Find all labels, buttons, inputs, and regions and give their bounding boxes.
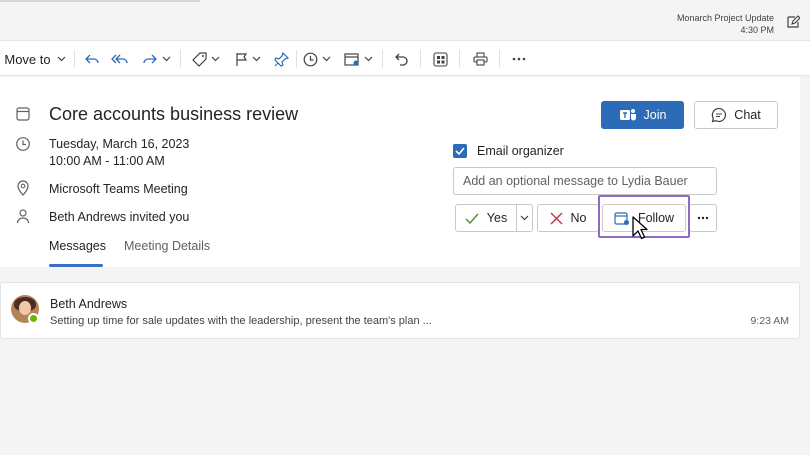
snooze-button[interactable] [300, 41, 334, 77]
toolbar-divider [296, 50, 297, 68]
active-tab-indicator [49, 264, 103, 267]
reply-icon [85, 54, 99, 64]
toolbar-divider [420, 50, 421, 68]
compose-note-icon[interactable] [786, 15, 800, 29]
notification[interactable]: Monarch Project Update 4:30 PM [677, 12, 774, 36]
more-actions-button[interactable] [509, 41, 529, 77]
message-list-item[interactable]: Beth Andrews Setting up time for sale up… [0, 282, 800, 339]
chat-bubble-icon [711, 107, 727, 123]
forward-icon [142, 54, 157, 64]
person-icon [16, 209, 30, 224]
event-card: Core accounts business review Tuesday, M… [0, 77, 800, 267]
tag-button[interactable] [189, 41, 223, 77]
chevron-down-icon [364, 56, 372, 62]
toolbar-divider [74, 50, 75, 68]
calendar-follow-icon [614, 211, 629, 225]
chevron-down-icon [211, 56, 220, 62]
flag-icon [236, 52, 248, 66]
apps-grid-icon [432, 51, 448, 67]
notification-time: 4:30 PM [740, 25, 774, 35]
accept-options-dropdown[interactable] [516, 204, 533, 232]
toolbar-divider [499, 50, 500, 68]
event-location: Microsoft Teams Meeting [49, 182, 188, 196]
reply-all-icon [111, 54, 128, 64]
apps-button[interactable] [430, 41, 450, 77]
event-date: Tuesday, March 16, 2023 [49, 137, 190, 151]
checkmark-icon [465, 213, 479, 224]
chevron-down-icon [252, 56, 261, 62]
reply-button[interactable] [82, 41, 102, 77]
pin-button[interactable] [271, 41, 291, 77]
clock-icon [16, 137, 30, 151]
message-preview: Setting up time for sale updates with th… [50, 315, 432, 327]
presence-available-icon [28, 313, 39, 324]
flag-button[interactable] [231, 41, 265, 77]
decline-no-button[interactable]: No [537, 204, 599, 232]
more-response-options-button[interactable] [689, 204, 717, 232]
event-title: Core accounts business review [49, 104, 299, 124]
event-invite: Beth Andrews invited you [49, 210, 190, 224]
chevron-down-icon [322, 56, 331, 62]
message-time: 9:23 AM [750, 315, 789, 327]
pin-icon [273, 51, 289, 67]
move-to-button[interactable]: Move to [2, 41, 68, 77]
more-horizontal-icon [697, 216, 709, 220]
chevron-down-icon [162, 56, 170, 62]
calendar-settings-icon [343, 52, 359, 66]
checkmark-icon [455, 147, 465, 155]
close-icon [550, 212, 562, 224]
command-toolbar: Move to [0, 40, 810, 76]
print-button[interactable] [470, 41, 490, 77]
reply-all-button[interactable] [109, 41, 131, 77]
email-organizer-checkbox[interactable] [453, 144, 467, 158]
event-time: 10:00 AM - 11:00 AM [49, 154, 165, 168]
toolbar-divider [459, 50, 460, 68]
forward-button[interactable] [139, 41, 173, 77]
tag-icon [192, 51, 207, 67]
more-horizontal-icon [512, 57, 526, 61]
undo-button[interactable] [391, 41, 411, 77]
yes-label: Yes [486, 211, 508, 225]
organizer-message-input[interactable] [453, 167, 717, 195]
top-divider [0, 0, 200, 2]
clock-icon [303, 52, 318, 66]
rules-button[interactable] [341, 41, 375, 77]
no-label: No [570, 211, 587, 225]
join-label: Join [643, 108, 667, 122]
tab-meeting-details[interactable]: Meeting Details [124, 239, 210, 253]
join-button[interactable]: Join [601, 101, 684, 129]
chat-button[interactable]: Chat [694, 101, 778, 129]
toolbar-divider [180, 50, 181, 68]
location-pin-icon [17, 180, 29, 196]
chevron-down-icon [520, 215, 529, 221]
message-sender: Beth Andrews [50, 297, 128, 311]
tab-messages[interactable]: Messages [49, 239, 106, 253]
mouse-pointer-icon [632, 216, 648, 240]
calendar-icon [16, 107, 30, 121]
printer-icon [472, 52, 488, 66]
toolbar-divider [382, 50, 383, 68]
teams-icon [619, 109, 636, 121]
notification-title: Monarch Project Update [676, 13, 774, 23]
chat-label: Chat [734, 108, 761, 122]
chevron-down-icon [57, 56, 66, 62]
top-strip: Monarch Project Update 4:30 PM [0, 0, 810, 40]
accept-yes-button[interactable]: Yes [455, 204, 517, 232]
undo-icon [394, 53, 408, 66]
move-to-label: Move to [4, 51, 51, 67]
email-organizer-label: Email organizer [477, 144, 564, 158]
